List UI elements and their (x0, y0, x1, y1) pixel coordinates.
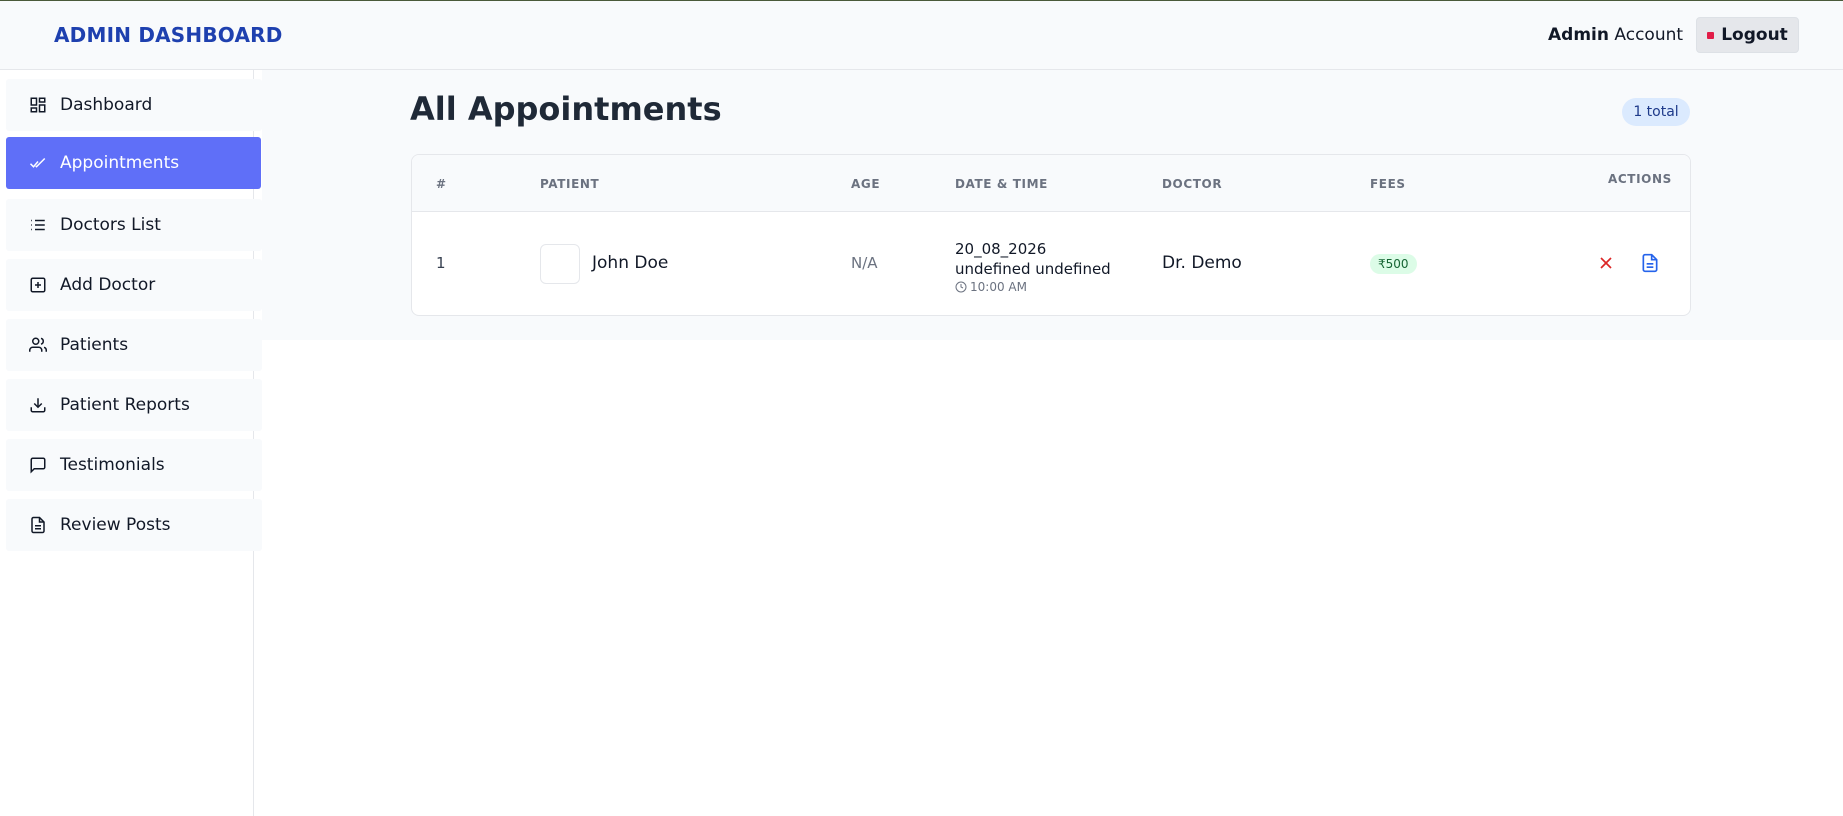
table-row: 1 John Doe N/A 20_08_2026 undefined unde… (412, 212, 1690, 315)
sidebar-item-label: Review Posts (60, 515, 171, 535)
sidebar-item-doctors-list[interactable]: Doctors List (6, 199, 262, 251)
plus-square-icon (29, 276, 47, 294)
sidebar-item-label: Patient Reports (60, 395, 190, 415)
sidebar-item-patient-reports[interactable]: Patient Reports (6, 379, 262, 431)
logout-label: Logout (1721, 25, 1788, 45)
row-index: 1 (436, 254, 446, 272)
sidebar-item-patients[interactable]: Patients (6, 319, 262, 371)
document-icon (1642, 253, 1658, 273)
sidebar-item-label: Patients (60, 335, 129, 355)
sidebar-item-label: Testimonials (60, 455, 165, 475)
account-text: Account (1614, 25, 1684, 45)
account-role: Admin (1548, 25, 1609, 45)
appointment-date: 20_08_2026 undefined undefined (955, 240, 1111, 278)
sidebar-item-label: Dashboard (60, 95, 153, 115)
sidebar-item-appointments[interactable]: Appointments (6, 137, 261, 189)
appointments-table: # PATIENT AGE DATE & TIME DOCTOR FEES AC… (411, 154, 1691, 316)
download-icon (29, 396, 47, 414)
doctor-name: Dr. Demo (1162, 253, 1242, 273)
account-label: Admin Account (1548, 25, 1683, 45)
table-header: # PATIENT AGE DATE & TIME DOCTOR FEES AC… (412, 155, 1690, 212)
patient-age: N/A (851, 254, 878, 272)
top-header: ADMIN DASHBOARD Admin Account Logout (0, 1, 1843, 70)
column-header-date-time: DATE & TIME (955, 177, 1048, 191)
avatar (540, 244, 580, 284)
sidebar-item-testimonials[interactable]: Testimonials (6, 439, 262, 491)
column-header-fees: FEES (1370, 177, 1406, 191)
view-document-button[interactable] (1640, 253, 1660, 273)
sidebar-item-label: Appointments (60, 153, 180, 173)
logout-dot-icon (1707, 31, 1715, 39)
users-icon (29, 336, 47, 354)
dashboard-icon (29, 96, 47, 114)
column-header-actions: ACTIONS (1608, 172, 1672, 186)
sidebar-item-add-doctor[interactable]: Add Doctor (6, 259, 262, 311)
sidebar-item-review-posts[interactable]: Review Posts (6, 499, 262, 551)
cancel-appointment-button[interactable] (1596, 253, 1616, 273)
total-count-badge: 1 total (1622, 98, 1690, 126)
list-icon (29, 216, 47, 234)
sidebar: Dashboard Appointments Doctors List Add … (0, 70, 262, 816)
appointment-time-text: 10:00 AM (970, 280, 1027, 294)
column-header-age: AGE (851, 177, 881, 191)
sidebar-item-label: Doctors List (60, 215, 161, 235)
close-icon (1600, 257, 1612, 269)
double-check-icon (29, 154, 47, 172)
patient-name: John Doe (592, 253, 669, 273)
message-icon (29, 456, 47, 474)
column-header-doctor: DOCTOR (1162, 177, 1223, 191)
brand-title: ADMIN DASHBOARD (54, 23, 283, 47)
logout-button[interactable]: Logout (1696, 17, 1799, 53)
fee-badge: ₹500 (1370, 254, 1417, 274)
clock-icon (955, 281, 967, 293)
column-header-patient: PATIENT (540, 177, 600, 191)
appointment-time: 10:00 AM (955, 280, 1027, 294)
page-title: All Appointments (410, 90, 722, 128)
document-icon (29, 516, 47, 534)
column-header-index: # (436, 177, 447, 191)
sidebar-item-label: Add Doctor (60, 275, 156, 295)
sidebar-item-dashboard[interactable]: Dashboard (6, 79, 262, 131)
